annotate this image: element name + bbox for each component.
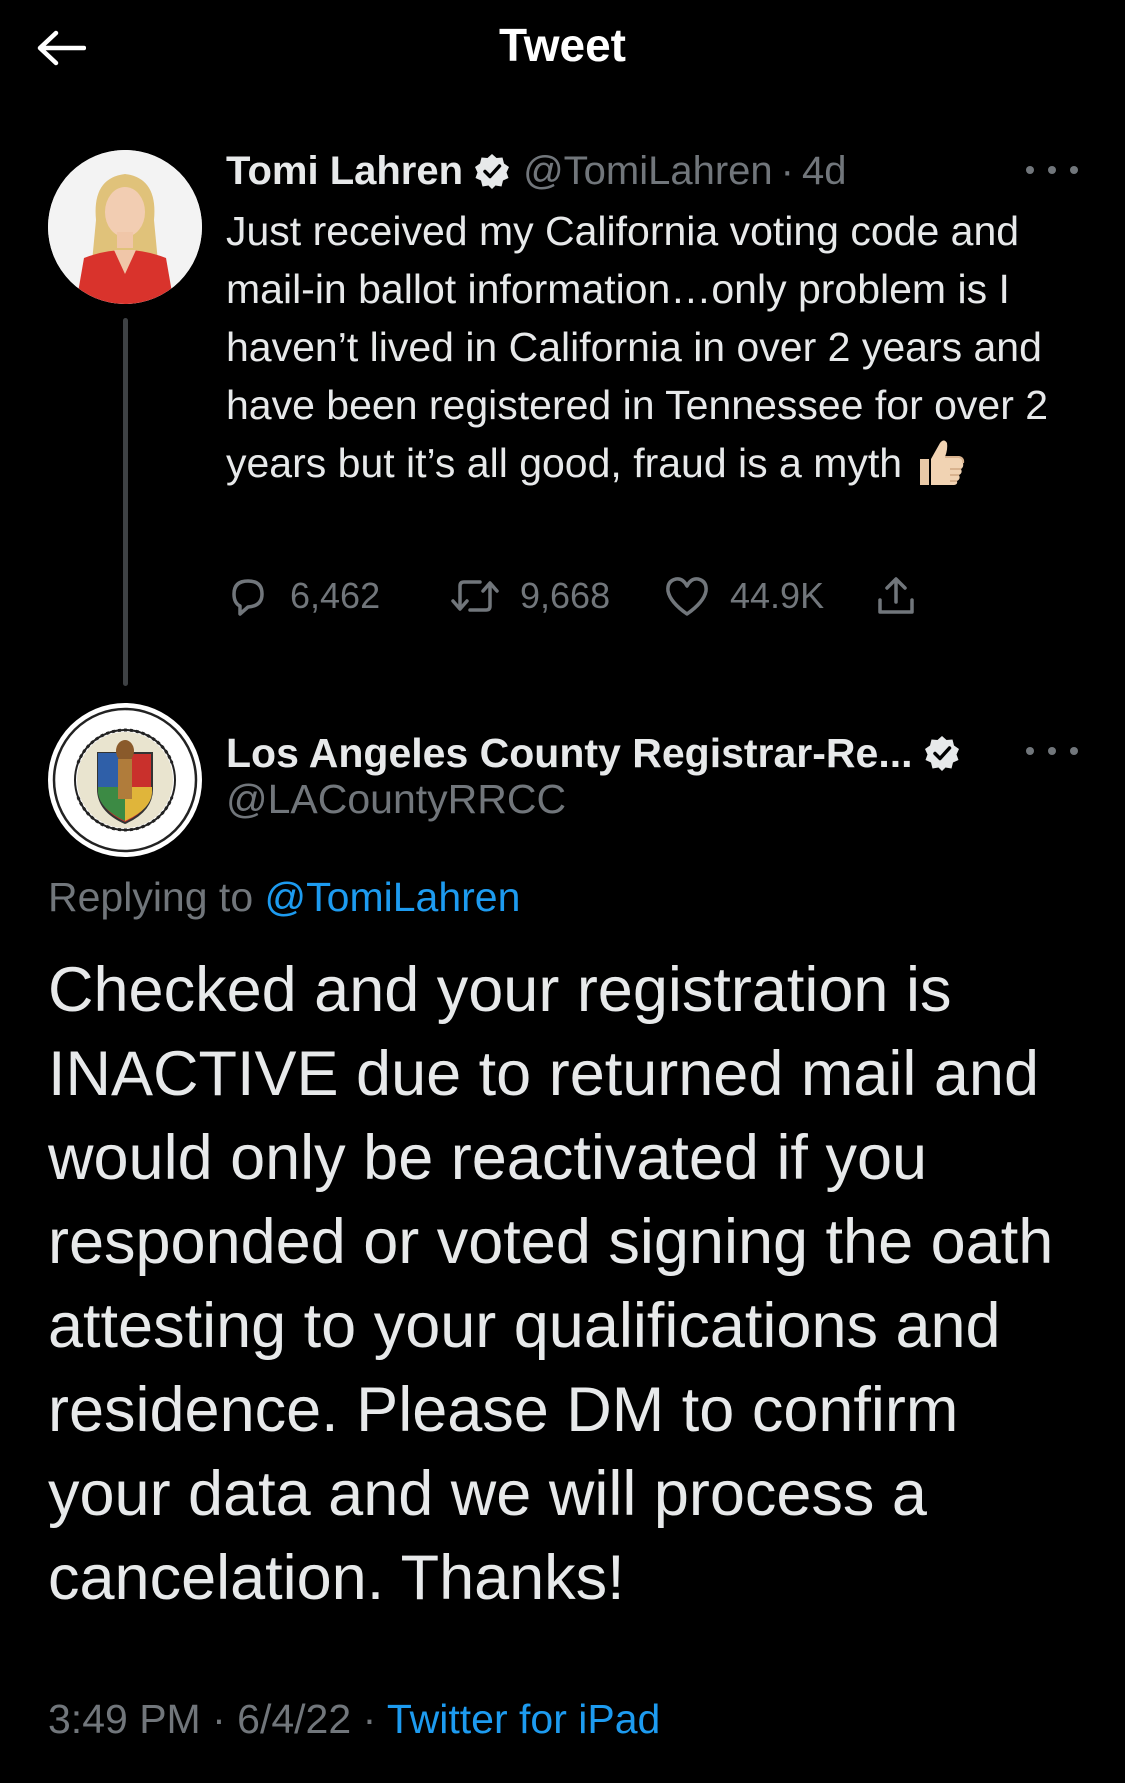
reply-icon [232, 579, 264, 616]
reply-button[interactable]: 6,462 [226, 574, 450, 618]
reply-more-options-button[interactable] [1026, 736, 1078, 766]
top-bar: Tweet [0, 0, 1125, 96]
share-icon [878, 577, 914, 614]
tweet-actions: 6,462 9,668 44.9K [226, 566, 966, 626]
share-button[interactable] [874, 574, 918, 618]
more-dot-icon [1026, 747, 1034, 755]
verified-badge-icon [473, 152, 511, 190]
tweet-metadata: 3:49 PM · 6/4/22 · Twitter for iPad [48, 1696, 660, 1743]
more-options-button[interactable] [1026, 155, 1078, 185]
separator: · [212, 1696, 226, 1742]
verified-badge-icon [923, 734, 961, 772]
retweet-icon [451, 580, 499, 612]
thumbs-up-icon [914, 435, 968, 489]
avatar[interactable] [48, 150, 202, 304]
tweet-text: Just received my California voting code … [226, 202, 1056, 492]
thread-line [123, 318, 128, 686]
replying-to: Replying to @TomiLahren [48, 874, 520, 921]
separator: · [780, 148, 794, 193]
retweet-count: 9,668 [520, 575, 611, 616]
avatar[interactable] [48, 703, 202, 857]
tweet-date[interactable]: 6/4/22 [237, 1696, 351, 1742]
author-name[interactable]: Tomi Lahren [226, 149, 463, 194]
more-dot-icon [1070, 166, 1078, 174]
reply-author-row: Los Angeles County Registrar-Re... [226, 722, 973, 784]
more-dot-icon [1048, 166, 1056, 174]
page-title: Tweet [499, 19, 626, 71]
reply-count: 6,462 [290, 575, 381, 616]
tweet-time-ago[interactable]: 4d [802, 149, 847, 194]
replying-to-label: Replying to [48, 874, 254, 920]
more-dot-icon [1070, 747, 1078, 755]
retweet-button[interactable]: 9,668 [450, 574, 664, 618]
tweet-source-link[interactable]: Twitter for iPad [387, 1696, 660, 1742]
tweet-time[interactable]: 3:49 PM [48, 1696, 201, 1742]
more-dot-icon [1048, 747, 1056, 755]
like-button[interactable]: 44.9K [664, 574, 874, 618]
separator: · [362, 1696, 377, 1742]
like-count: 44.9K [730, 575, 825, 616]
heart-icon [666, 577, 708, 616]
reply-text: Checked and your registration is INACTIV… [48, 955, 1054, 1613]
replying-to-mention[interactable]: @TomiLahren [265, 874, 521, 920]
tweet-header: Tomi Lahren @TomiLahren · 4d [226, 140, 847, 202]
reply-author-name[interactable]: Los Angeles County Registrar-Re... [226, 730, 913, 777]
more-dot-icon [1026, 166, 1034, 174]
reply-author-handle[interactable]: @LACountyRRCC [226, 776, 566, 823]
author-handle[interactable]: @TomiLahren [523, 149, 773, 194]
